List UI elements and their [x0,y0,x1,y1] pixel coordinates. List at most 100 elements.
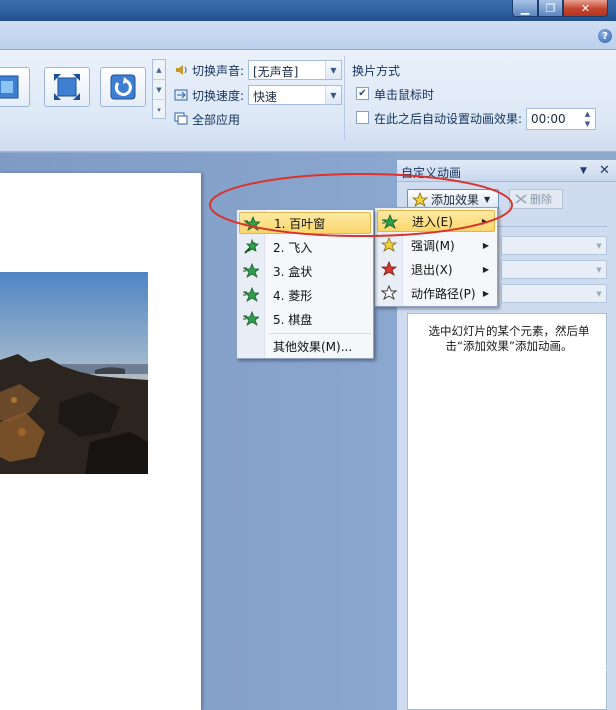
entrance-item-more-effects[interactable]: 其他效果(M)... [239,335,371,357]
entrance-item-box-label: 3. 盒状 [273,264,313,279]
effect-start-select: ▼ [501,236,607,255]
spin-up-icon[interactable]: ▲ [580,109,595,119]
svg-text:Bai: Bai [478,655,515,682]
transition-sound-value: [无声音] [253,65,299,79]
on-mouse-click-checkbox[interactable]: ✔ [356,87,369,100]
menu-item-emphasis-label: 强调(M) [411,238,455,253]
menu-item-exit[interactable]: 退出(X) ▶ [377,258,495,280]
close-window-button[interactable]: ✕ [563,0,608,17]
chevron-down-icon: ▼ [596,241,602,250]
menu-item-motion-path[interactable]: 动作路径(P) ▶ [377,282,495,304]
effect-star-icon [243,287,259,302]
entrance-item-box[interactable]: 3. 盒状 [239,260,371,282]
entrance-item-fly-in[interactable]: 2. 飞入 [239,236,371,258]
entrance-item-diamond-label: 4. 菱形 [273,288,313,303]
submenu-arrow-icon: ▶ [482,240,489,250]
transition-sound-select[interactable]: [无声音] ▼ [248,60,342,80]
svg-text:du: du [542,656,569,681]
gallery-more-icon[interactable]: ▾ [153,100,165,120]
star-outline-icon [381,285,397,301]
submenu-arrow-icon: ▶ [481,216,488,226]
menu-item-entrance[interactable]: 进入(E) ▶ [377,210,495,232]
effect-star-icon [244,216,260,231]
entrance-item-fly-in-label: 2. 飞入 [273,240,313,255]
effect-star-icon [243,263,259,278]
chevron-down-icon[interactable]: ▼ [325,86,341,104]
sound-icon [176,65,187,75]
auto-after-label: 在此之后自动设置动画效果: [374,112,523,126]
chevron-down-icon: ▼ [596,265,602,274]
slide-canvas[interactable] [0,173,201,710]
transition-speed-label: 切换速度: [192,89,245,103]
transition-tile-3[interactable] [100,67,146,107]
effect-fly-icon [244,239,259,254]
menu-item-emphasis[interactable]: 强调(M) ▶ [377,234,495,256]
title-bar: ▁ ❐ ✕ [0,0,616,21]
apply-all-label: 全部应用 [192,113,241,127]
group-divider [344,56,345,140]
gallery-down-icon[interactable]: ▼ [153,80,165,100]
pane-close-icon[interactable]: ✕ [599,163,610,178]
maximize-button[interactable]: ❐ [538,0,563,17]
animation-hint: 选中幻灯片的某个元素，然后单击“添加效果”添加动画。 [428,324,590,353]
transition-tile-2[interactable] [44,67,90,107]
submenu-arrow-icon: ▶ [482,264,489,274]
transition-tile-1[interactable] [0,67,30,107]
ribbon-transitions: ▲ ▼ ▾ 切换声音: [无声音] ▼ 切换速度: 快速 ▼ 全部应用 换片方式… [0,50,616,152]
delete-effect-button[interactable]: 删除 [509,189,563,209]
menu-item-exit-label: 退出(X) [411,262,453,277]
effect-property-select: ▼ [501,260,607,279]
entrance-item-checkerboard[interactable]: 5. 棋盘 [239,308,371,330]
pane-title: 自定义动画 [401,166,462,180]
effect-speed-select: ▼ [501,284,607,303]
entrance-item-blinds-label: 1. 百叶窗 [274,216,326,231]
minimize-button[interactable]: ▁ [512,0,538,17]
transition-rotate-icon [110,74,136,100]
speed-icon [174,89,188,101]
star-red-icon [381,261,397,276]
add-effect-star-icon [412,191,428,207]
baidu-logo-icon: Bai du 经验 [478,655,608,682]
help-icon[interactable]: ? [598,29,612,43]
entrance-item-blinds[interactable]: 1. 百叶窗 [239,212,371,234]
submenu-arrow-icon: ▶ [482,288,489,298]
auto-after-time-value: 00:00 [531,112,566,126]
chevron-down-icon[interactable]: ▼ [325,61,341,79]
menu-item-motion-path-label: 动作路径(P) [411,286,476,301]
star-yellow-icon [381,237,397,252]
transition-speed-select[interactable]: 快速 ▼ [248,85,342,105]
pane-options-icon[interactable]: ▼ [580,166,587,176]
gallery-scrollbar[interactable]: ▲ ▼ ▾ [152,59,166,119]
entrance-item-checkerboard-label: 5. 棋盘 [273,312,313,327]
gallery-up-icon[interactable]: ▲ [153,60,165,80]
transition-expand-icon [54,74,80,100]
check-icon: ✔ [358,88,367,99]
add-effect-menu: 进入(E) ▶ 强调(M) ▶ 退出(X) ▶ 动作路径(P) ▶ [374,207,498,307]
spin-down-icon[interactable]: ▼ [580,119,595,129]
entrance-item-more-label: 其他效果(M)... [273,339,353,354]
on-mouse-click-label: 单击鼠标时 [374,88,435,102]
transition-preview-icon [0,75,19,99]
slide-photo[interactable] [0,272,148,474]
auto-after-checkbox[interactable] [356,111,369,124]
seaside-photo [0,272,148,474]
menu-separator [269,333,371,334]
chevron-down-icon: ▼ [596,289,602,298]
add-effect-label: 添加效果 [431,193,480,207]
auto-after-time-input[interactable]: 00:00 ▲ ▼ [526,108,596,130]
delete-label: 删除 [530,193,552,206]
entrance-item-diamond[interactable]: 4. 菱形 [239,284,371,306]
delete-icon [515,194,527,204]
watermark-url: jingyan.baidu.com [498,686,590,696]
advance-group-title: 换片方式 [352,64,401,78]
entrance-submenu: 1. 百叶窗 2. 飞入 3. 盒状 4. 菱形 5. 棋盘 其他效果(M)..… [236,209,374,359]
transition-speed-value: 快速 [253,90,278,104]
transition-sound-label: 切换声音: [192,64,245,78]
pane-header: 自定义动画 ▼ ✕ [397,160,616,182]
apply-all-button[interactable]: 全部应用 [172,110,252,128]
svg-text:经验: 经验 [572,660,608,681]
baidu-watermark: Bai du 经验 jingyan.baidu.com [474,648,614,708]
star-green-icon [382,214,398,229]
apply-all-icon [174,112,188,125]
effect-star-icon [243,311,259,326]
